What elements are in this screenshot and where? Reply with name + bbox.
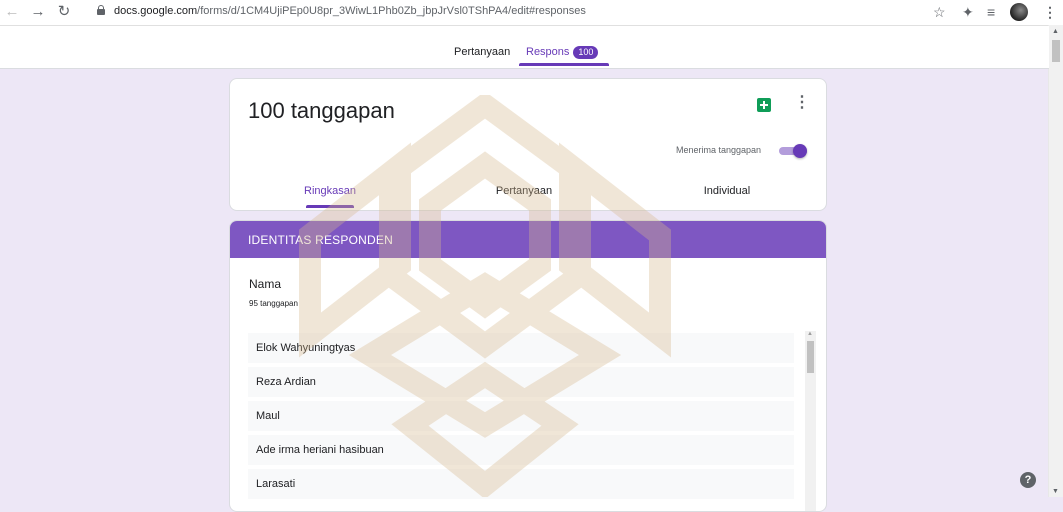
scroll-up-icon[interactable]: ▲ xyxy=(1052,28,1059,35)
section-card: IDENTITAS RESPONDEN Nama 95 tanggapan El… xyxy=(229,220,827,512)
accepting-responses-label: Menerima tanggapan xyxy=(676,145,762,155)
kebab-menu-icon[interactable]: ⋮ xyxy=(1043,3,1057,21)
tab-responses[interactable]: Respons 100 xyxy=(526,46,599,59)
tab-summary[interactable]: Ringkasan xyxy=(302,185,358,197)
help-icon[interactable]: ? xyxy=(1020,472,1036,488)
question-response-count: 95 tanggapan xyxy=(249,299,298,308)
list-item: Ade irma heriani hasibuan xyxy=(248,435,794,465)
url-host: docs.google.com xyxy=(114,5,198,17)
reading-list-icon[interactable]: ≡ xyxy=(987,3,995,21)
scroll-down-icon[interactable]: ▼ xyxy=(1052,488,1059,495)
accepting-responses-toggle[interactable] xyxy=(779,144,811,158)
forward-icon[interactable]: → xyxy=(30,3,46,21)
form-tabs-bar: Pertanyaan Respons 100 xyxy=(0,26,1049,69)
answers-scrollbar[interactable]: ▲ xyxy=(805,331,816,511)
list-item: Reza Ardian xyxy=(248,367,794,397)
browser-toolbar: ← → ↻ docs.google.com/forms/d/1CM4UjiPEp… xyxy=(0,0,1063,26)
address-bar[interactable]: docs.google.com/forms/d/1CM4UjiPEp0U8pr_… xyxy=(114,5,586,17)
star-icon[interactable]: ☆ xyxy=(933,3,946,21)
tab-individual[interactable]: Individual xyxy=(692,185,762,197)
list-item: Maul xyxy=(248,401,794,431)
tab-summary-indicator xyxy=(306,205,354,208)
tab-questions[interactable]: Pertanyaan xyxy=(454,46,510,58)
sheets-icon[interactable] xyxy=(757,98,771,112)
tab-responses-label: Respons xyxy=(526,46,570,58)
more-options-icon[interactable]: ⋮ xyxy=(794,95,810,111)
answers-scroll-up-icon[interactable]: ▲ xyxy=(807,331,813,337)
tab-question[interactable]: Pertanyaan xyxy=(484,185,564,197)
responses-title: 100 tanggapan xyxy=(248,98,395,123)
tab-responses-indicator xyxy=(519,63,609,66)
answers-scroll-thumb[interactable] xyxy=(807,341,814,373)
url-path: /forms/d/1CM4UjiPEp0U8pr_3WiwL1Phb0Zb_jb… xyxy=(197,5,586,17)
page-scroll-thumb[interactable] xyxy=(1052,40,1060,62)
lock-icon[interactable] xyxy=(97,5,105,15)
back-icon[interactable]: ← xyxy=(4,3,20,21)
section-title: IDENTITAS RESPONDEN xyxy=(248,233,393,247)
profile-avatar[interactable] xyxy=(1010,3,1028,21)
extensions-icon[interactable]: ✦ xyxy=(962,3,974,21)
list-item: Elok Wahyuningtyas xyxy=(248,333,794,363)
responses-summary-card: 100 tanggapan ⋮ Menerima tanggapan Ringk… xyxy=(229,78,827,211)
section-header: IDENTITAS RESPONDEN xyxy=(230,221,826,258)
list-item: Larasati xyxy=(248,469,794,499)
page-scrollbar[interactable]: ▲ ▼ xyxy=(1048,25,1063,497)
responses-count-badge: 100 xyxy=(573,46,599,59)
question-title: Nama xyxy=(249,277,282,291)
reload-icon[interactable]: ↻ xyxy=(56,3,72,21)
